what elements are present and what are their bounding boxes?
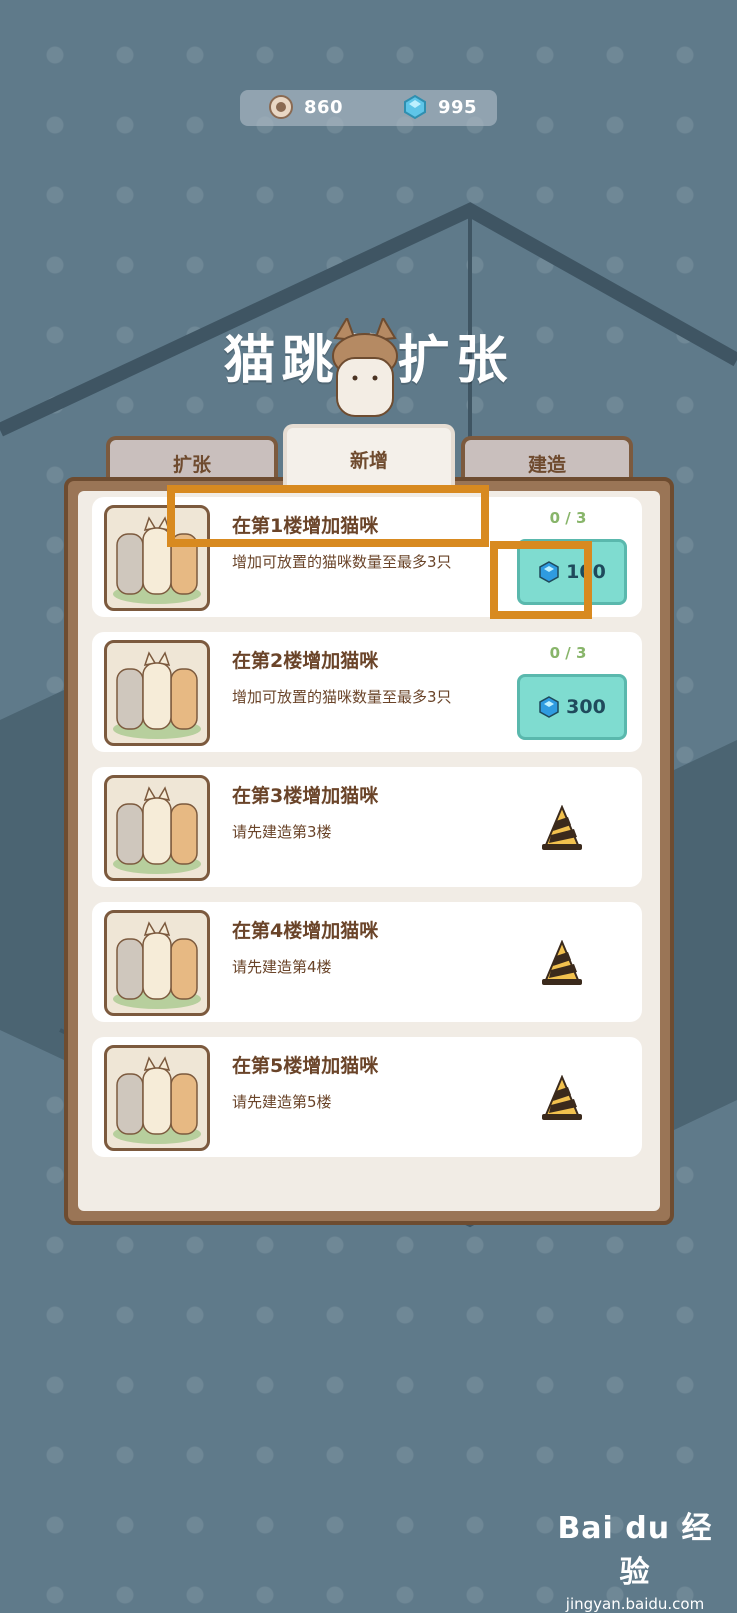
watermark-url: jingyan.baidu.com <box>565 1595 705 1613</box>
row-title: 在第2楼增加猫咪 <box>232 650 379 672</box>
row-progress: 0 / 3 <box>549 644 587 662</box>
row-title: 在第4楼增加猫咪 <box>232 920 379 942</box>
list-item: 在第2楼增加猫咪 增加可放置的猫咪数量至最多3只 0 / 3 300 <box>92 632 642 752</box>
three-cats-icon <box>113 651 201 739</box>
three-cats-icon <box>113 1056 201 1144</box>
cats-thumbnail <box>104 1045 210 1151</box>
row-description: 请先建造第5楼 <box>232 1093 332 1111</box>
three-cats-icon <box>113 786 201 874</box>
row-title: 在第3楼增加猫咪 <box>232 785 379 807</box>
tab-add-label: 新增 <box>349 449 388 472</box>
row-description: 增加可放置的猫咪数量至最多3只 <box>232 553 452 571</box>
construction-cone-icon <box>542 805 582 850</box>
gem-icon <box>404 94 426 120</box>
tab-add[interactable]: 新增 <box>283 424 455 490</box>
watermark: Bai du 经验 jingyan.baidu.com <box>545 1503 725 1613</box>
coin-value: 860 <box>304 96 344 118</box>
row-description: 增加可放置的猫咪数量至最多3只 <box>232 688 452 706</box>
list-item: 在第4楼增加猫咪 请先建造第4楼 <box>92 902 642 1022</box>
list-item: 在第3楼增加猫咪 请先建造第3楼 <box>92 767 642 887</box>
mascot-cat-icon <box>332 318 398 417</box>
buy-price: 300 <box>566 696 606 718</box>
row-progress: 0 / 3 <box>549 509 587 527</box>
row-title: 在第5楼增加猫咪 <box>232 1055 379 1077</box>
cats-thumbnail <box>104 775 210 881</box>
resource-bar: 860 995 <box>240 90 497 126</box>
cats-thumbnail <box>104 640 210 746</box>
coin-icon <box>269 95 293 119</box>
gem-value: 995 <box>438 96 478 118</box>
gem-icon <box>539 696 559 718</box>
tab-build-label: 建造 <box>527 453 566 476</box>
coin-counter: 860 <box>268 94 343 120</box>
cats-thumbnail <box>104 910 210 1016</box>
gem-counter: 995 <box>402 94 477 120</box>
buy-button[interactable]: 300 <box>517 674 627 740</box>
watermark-logo: Bai du 经验 <box>557 1511 713 1590</box>
highlight-box-title <box>167 485 489 547</box>
three-cats-icon <box>113 921 201 1009</box>
row-description: 请先建造第4楼 <box>232 958 332 976</box>
list-item: 在第5楼增加猫咪 请先建造第5楼 <box>92 1037 642 1157</box>
construction-cone-icon <box>542 940 582 985</box>
row-description: 请先建造第3楼 <box>232 823 332 841</box>
tab-expand-label: 扩张 <box>172 453 211 476</box>
construction-cone-icon <box>542 1075 582 1120</box>
highlight-box-button <box>490 541 592 619</box>
